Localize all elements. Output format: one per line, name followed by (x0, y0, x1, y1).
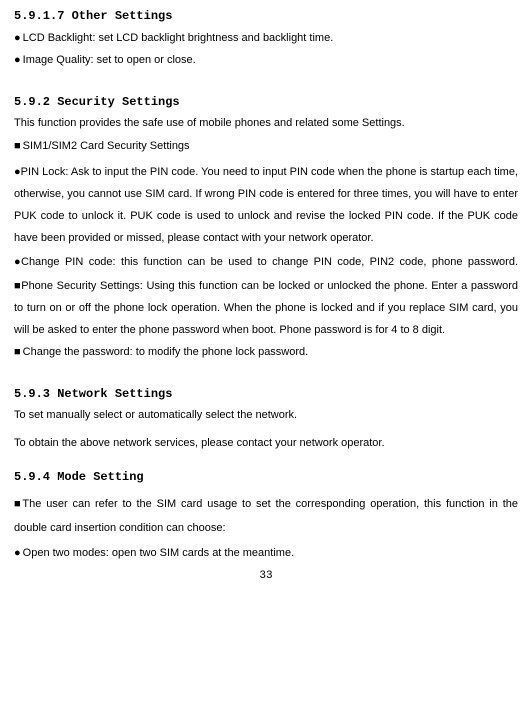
bullet-mark: ● (14, 546, 21, 561)
heading-network-settings: 5.9.3 Network Settings (14, 386, 518, 403)
bullet-sim-card-security: ■ SIM1/SIM2 Card Security Settings (14, 139, 518, 154)
bullet-text: Change the password: to modify the phone… (23, 345, 309, 360)
network-line1: To set manually select or automatically … (14, 408, 518, 423)
bullet-text: LCD Backlight: set LCD backlight brightn… (23, 31, 334, 46)
bullet-text: SIM1/SIM2 Card Security Settings (23, 139, 190, 154)
heading-security-settings: 5.9.2 Security Settings (14, 94, 518, 111)
heading-other-settings: 5.9.1.7 Other Settings (14, 8, 518, 25)
heading-mode-setting: 5.9.4 Mode Setting (14, 469, 518, 486)
paragraph-phone-security: ■Phone Security Settings: Using this fun… (14, 275, 518, 341)
bullet-lcd-backlight: ● LCD Backlight: set LCD backlight brigh… (14, 31, 518, 46)
paragraph-sim-usage: ■The user can refer to the SIM card usag… (14, 492, 518, 540)
bullet-open-two-modes: ● Open two modes: open two SIM cards at … (14, 546, 518, 561)
square-mark: ■ (14, 139, 21, 154)
network-line2: To obtain the above network services, pl… (14, 436, 518, 451)
bullet-mark: ● (14, 53, 21, 68)
bullet-text: Image Quality: set to open or close. (23, 53, 196, 68)
bullet-text: Open two modes: open two SIM cards at th… (23, 546, 294, 561)
paragraph-pin-lock: ●PIN Lock: Ask to input the PIN code. Yo… (14, 161, 518, 249)
bullet-change-password: ■ Change the password: to modify the pho… (14, 345, 518, 360)
security-intro: This function provides the safe use of m… (14, 116, 518, 131)
page-number: 33 (14, 569, 518, 584)
bullet-mark: ● (14, 31, 21, 46)
paragraph-change-pin: ●Change PIN code: this function can be u… (14, 251, 518, 273)
bullet-image-quality: ● Image Quality: set to open or close. (14, 53, 518, 68)
square-mark: ■ (14, 345, 21, 360)
